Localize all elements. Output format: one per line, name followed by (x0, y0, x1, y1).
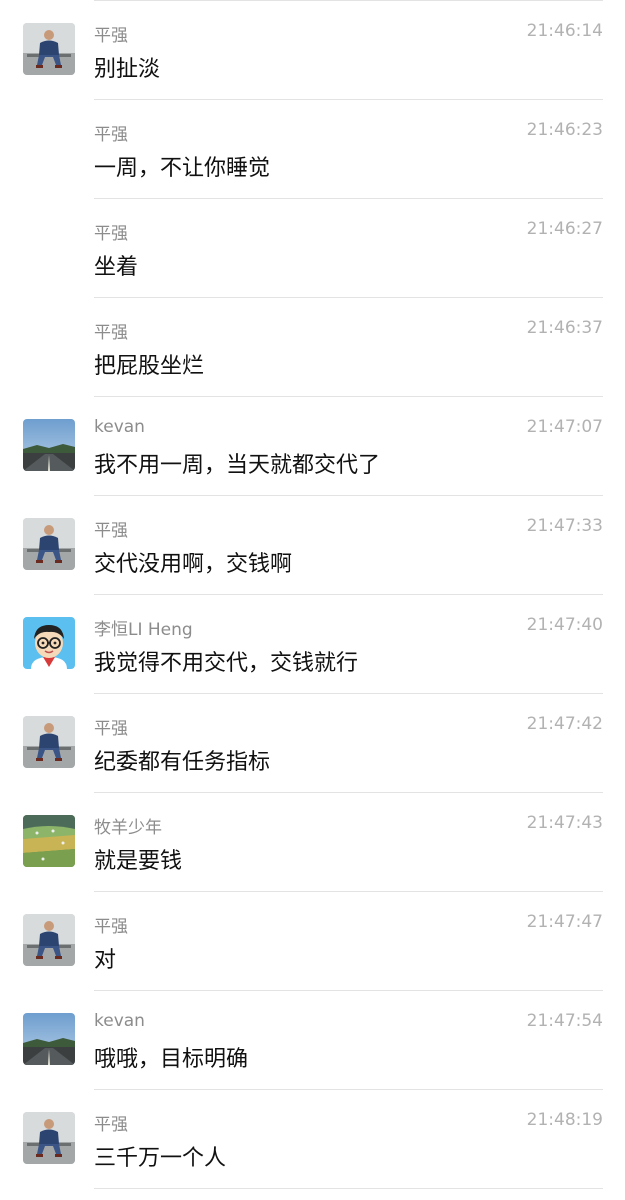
message-timestamp: 21:47:47 (526, 912, 603, 932)
sender-name: kevan (94, 1011, 145, 1031)
avatar[interactable] (23, 716, 75, 768)
avatar[interactable] (23, 1112, 75, 1164)
message-item[interactable]: 平强 21:47:42 纪委都有任务指标 (23, 694, 603, 793)
sender-name: 平强 (94, 26, 128, 46)
message-item[interactable]: 平强 21:46:23 一周，不让你睡觉 (94, 100, 603, 199)
message-text: 坐着 (94, 255, 139, 280)
message-timestamp: 21:47:43 (526, 813, 603, 833)
message-timestamp: 21:47:07 (526, 417, 603, 437)
sender-name: kevan (94, 417, 145, 437)
sender-name: 平强 (94, 224, 128, 244)
message-timestamp: 21:46:14 (526, 21, 603, 41)
sender-name: 平强 (94, 1115, 128, 1135)
message-text: 三千万一个人 (94, 1146, 227, 1171)
message-timestamp: 21:47:42 (526, 714, 603, 734)
sender-name: 李恒LI Heng (94, 620, 193, 640)
message-item[interactable]: 平强 21:46:37 把屁股坐烂 (94, 298, 603, 397)
avatar[interactable] (23, 815, 75, 867)
message-item[interactable]: 李恒LI Heng 21:47:40 我觉得不用交代，交钱就行 (23, 595, 603, 694)
message-text: 一周，不让你睡觉 (94, 156, 271, 181)
sender-name: 牧羊少年 (94, 818, 162, 838)
message-item[interactable]: 牧羊少年 21:47:43 就是要钱 (23, 793, 603, 892)
avatar[interactable] (23, 23, 75, 75)
avatar[interactable] (23, 1013, 75, 1065)
avatar[interactable] (23, 518, 75, 570)
sender-name: 平强 (94, 521, 128, 541)
sender-name: 平强 (94, 719, 128, 739)
sender-name: 平强 (94, 917, 128, 937)
message-timestamp: 21:46:27 (526, 219, 603, 239)
message-text: 就是要钱 (94, 849, 183, 874)
chat-message-list[interactable]: 平强 21:46:14 别扯淡 平强 21:46:23 一周，不让你睡觉 平强 21:46:2… (0, 1, 625, 1189)
message-timestamp: 21:47:54 (526, 1011, 603, 1031)
message-item[interactable]: 平强 21:47:33 交代没用啊，交钱啊 (23, 496, 603, 595)
message-text: 哦哦，目标明确 (94, 1047, 249, 1072)
message-timestamp: 21:46:23 (526, 120, 603, 140)
message-timestamp: 21:46:37 (526, 318, 603, 338)
message-text: 把屁股坐烂 (94, 354, 205, 379)
message-text: 我觉得不用交代，交钱就行 (94, 651, 359, 676)
message-item[interactable]: kevan 21:47:07 我不用一周，当天就都交代了 (23, 397, 603, 496)
message-item[interactable]: kevan 21:47:54 哦哦，目标明确 (23, 991, 603, 1090)
message-text: 纪委都有任务指标 (94, 750, 271, 775)
message-item[interactable]: 平强 21:46:14 别扯淡 (23, 1, 603, 100)
avatar[interactable] (23, 914, 75, 966)
sender-name: 平强 (94, 125, 128, 145)
avatar[interactable] (23, 617, 75, 669)
message-timestamp: 21:48:19 (526, 1110, 603, 1130)
sender-name: 平强 (94, 323, 128, 343)
message-text: 我不用一周，当天就都交代了 (94, 453, 381, 478)
message-item[interactable]: 平强 21:46:27 坐着 (94, 199, 603, 298)
message-text: 对 (94, 948, 117, 973)
message-timestamp: 21:47:40 (526, 615, 603, 635)
message-text: 交代没用啊，交钱啊 (94, 552, 293, 577)
message-item[interactable]: 平强 21:47:47 对 (23, 892, 603, 991)
message-item[interactable]: 平强 21:48:19 三千万一个人 (23, 1090, 603, 1189)
avatar[interactable] (23, 419, 75, 471)
message-text: 别扯淡 (94, 57, 161, 82)
message-timestamp: 21:47:33 (526, 516, 603, 536)
